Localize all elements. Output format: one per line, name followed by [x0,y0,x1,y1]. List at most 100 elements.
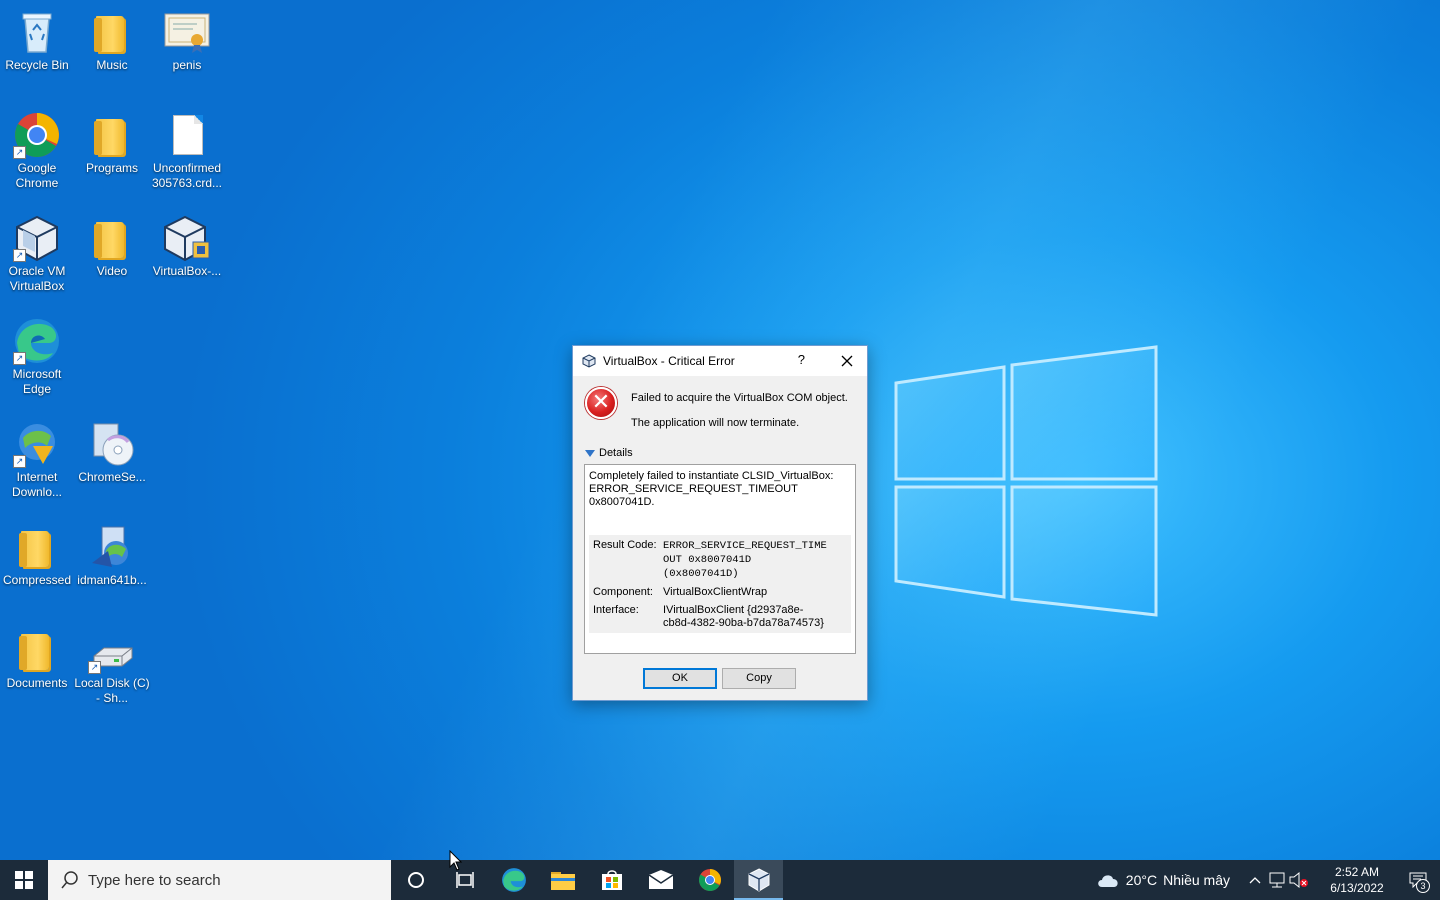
desktop-icon-oracle-vm-virtualbox[interactable]: ↗ Oracle VM VirtualBox [0,214,75,294]
desktop-icon-label: Microsoft Edge [12,367,62,396]
file-explorer-icon [550,872,575,890]
clock[interactable]: 2:52 AM 6/13/2022 [1318,864,1396,896]
taskbar-file-explorer-button[interactable] [538,860,587,900]
component-row: Component: VirtualBoxClientWrap [593,586,849,599]
desktop-icon-label: ChromeSe... [78,470,146,484]
cortana-icon [407,872,424,888]
virtualbox-installer-icon [163,214,211,262]
desktop-icon-internet-download-manager[interactable]: ↗ Internet Downlo... [0,420,75,500]
store-icon [601,870,622,890]
taskbar-edge-button[interactable] [489,860,538,900]
weather-temp: 20°C [1125,872,1158,888]
installer-icon [88,523,136,571]
desktop-icon-music[interactable]: Music [74,8,150,73]
interface-value: IVirtualBoxClient {d2937a8e- cb8d-4382-9… [663,604,824,629]
folder-icon [88,111,136,159]
critical-error-dialog: VirtualBox - Critical Error ? ✕ Failed t… [572,345,868,701]
desktop-icon-idman-installer[interactable]: idman641b... [74,523,150,588]
taskbar-virtualbox-button[interactable] [734,860,783,900]
chevron-up-icon [1249,877,1261,884]
search-placeholder: Type here to search [88,871,221,889]
desktop-icon-label: Local Disk (C) - Sh... [74,676,150,705]
notification-count-badge: 3 [1416,879,1430,893]
interface-row: Interface: IVirtualBoxClient {d2937a8e- … [593,604,849,630]
desktop-icon-programs[interactable]: Programs [74,111,150,176]
taskbar-search-box[interactable]: Type here to search [48,860,391,900]
certificate-icon [163,8,211,56]
desktop-icon-microsoft-edge[interactable]: ↗ Microsoft Edge [0,317,75,397]
desktop-icon-label: penis [172,58,202,72]
taskbar-store-button[interactable] [587,860,636,900]
desktop-icon-recycle-bin[interactable]: Recycle Bin [0,8,75,73]
shortcut-arrow-icon: ↗ [88,661,101,674]
result-code-value: ERROR_SERVICE_REQUEST_TIME OUT 0x8007041… [663,540,827,580]
interface-label: Interface: [593,604,639,616]
desktop-icon-virtualbox-installer[interactable]: VirtualBox-... [149,214,225,279]
taskbar-chrome-button[interactable] [685,860,734,900]
installer-disc-icon [88,420,136,468]
error-submessage: The application will now terminate. [631,417,800,429]
weather-description: Nhiều mây [1163,872,1230,888]
desktop-icon-label: Google Chrome [15,161,59,190]
desktop-icon-compressed[interactable]: Compressed [0,523,75,588]
cortana-button[interactable] [391,860,440,900]
error-icon: ✕ [585,387,617,419]
chrome-icon: ↗ [13,111,61,159]
desktop-icon-documents[interactable]: Documents [0,626,75,691]
desktop-icon-label: Recycle Bin [5,58,69,72]
copy-button[interactable]: Copy [722,668,796,689]
network-icon [1269,872,1285,888]
desktop-icon-chromesetup[interactable]: ChromeSe... [74,420,150,485]
details-toggle[interactable]: Details [585,447,633,459]
desktop-icon-label: Oracle VM VirtualBox [8,264,66,293]
desktop-icon-local-disk-shortcut[interactable]: ↗ Local Disk (C) - Sh... [74,626,150,706]
desktop-icon-label: Unconfirmed 305763.crd... [151,161,223,190]
mouse-cursor-icon [449,850,463,871]
start-button[interactable] [0,860,48,900]
desktop-icon-video[interactable]: Video [74,214,150,279]
virtualbox-icon: ↗ [13,214,61,262]
component-value: VirtualBoxClientWrap [663,586,768,598]
error-info-table: Result Code: ERROR_SERVICE_REQUEST_TIME … [589,535,851,633]
error-message: Failed to acquire the VirtualBox COM obj… [631,392,848,404]
idm-icon: ↗ [13,420,61,468]
desktop-icon-google-chrome[interactable]: ↗ Google Chrome [0,111,75,191]
mail-icon [648,870,673,889]
details-textbox[interactable]: Completely failed to instantiate CLSID_V… [584,464,856,654]
ok-button[interactable]: OK [643,668,717,689]
shortcut-arrow-icon: ↗ [13,249,26,262]
shortcut-arrow-icon: ↗ [13,352,26,365]
details-label: Details [599,447,633,459]
show-hidden-icons-button[interactable] [1244,860,1266,900]
dialog-titlebar[interactable]: VirtualBox - Critical Error ? [573,346,867,376]
volume-button[interactable] [1288,860,1310,900]
desktop-icon-label: Video [96,264,128,278]
desktop-icon-unconfirmed-download[interactable]: Unconfirmed 305763.crd... [149,111,225,191]
chrome-icon [698,869,721,891]
windows-logo-wallpaper [894,345,1158,617]
volume-muted-icon [1289,872,1308,888]
windows-start-icon [15,871,33,889]
taskbar-mail-button[interactable] [636,860,685,900]
help-button[interactable]: ? [798,352,805,367]
dialog-title: VirtualBox - Critical Error [603,354,735,368]
notification-center-button[interactable]: 3 [1396,860,1440,900]
edge-icon [501,868,526,892]
result-code-label: Result Code: [593,539,657,551]
folder-icon [88,214,136,262]
task-view-button[interactable] [440,860,489,900]
network-button[interactable] [1266,860,1288,900]
desktop-icon-label: Programs [85,161,138,175]
clock-time: 2:52 AM [1334,865,1380,879]
close-icon[interactable] [837,351,857,371]
weather-widget[interactable]: 20°C Nhiều mây [1096,871,1230,889]
search-icon [61,871,78,889]
drive-icon: ↗ [88,626,136,674]
virtualbox-icon [582,354,596,368]
desktop-icon-penis[interactable]: penis [149,8,225,73]
desktop-icon-label: VirtualBox-... [152,264,222,278]
shortcut-arrow-icon: ↗ [13,455,26,468]
folder-icon [13,626,61,674]
desktop-icon-label: Internet Downlo... [11,470,63,499]
desktop-icon-label: Compressed [2,573,72,587]
